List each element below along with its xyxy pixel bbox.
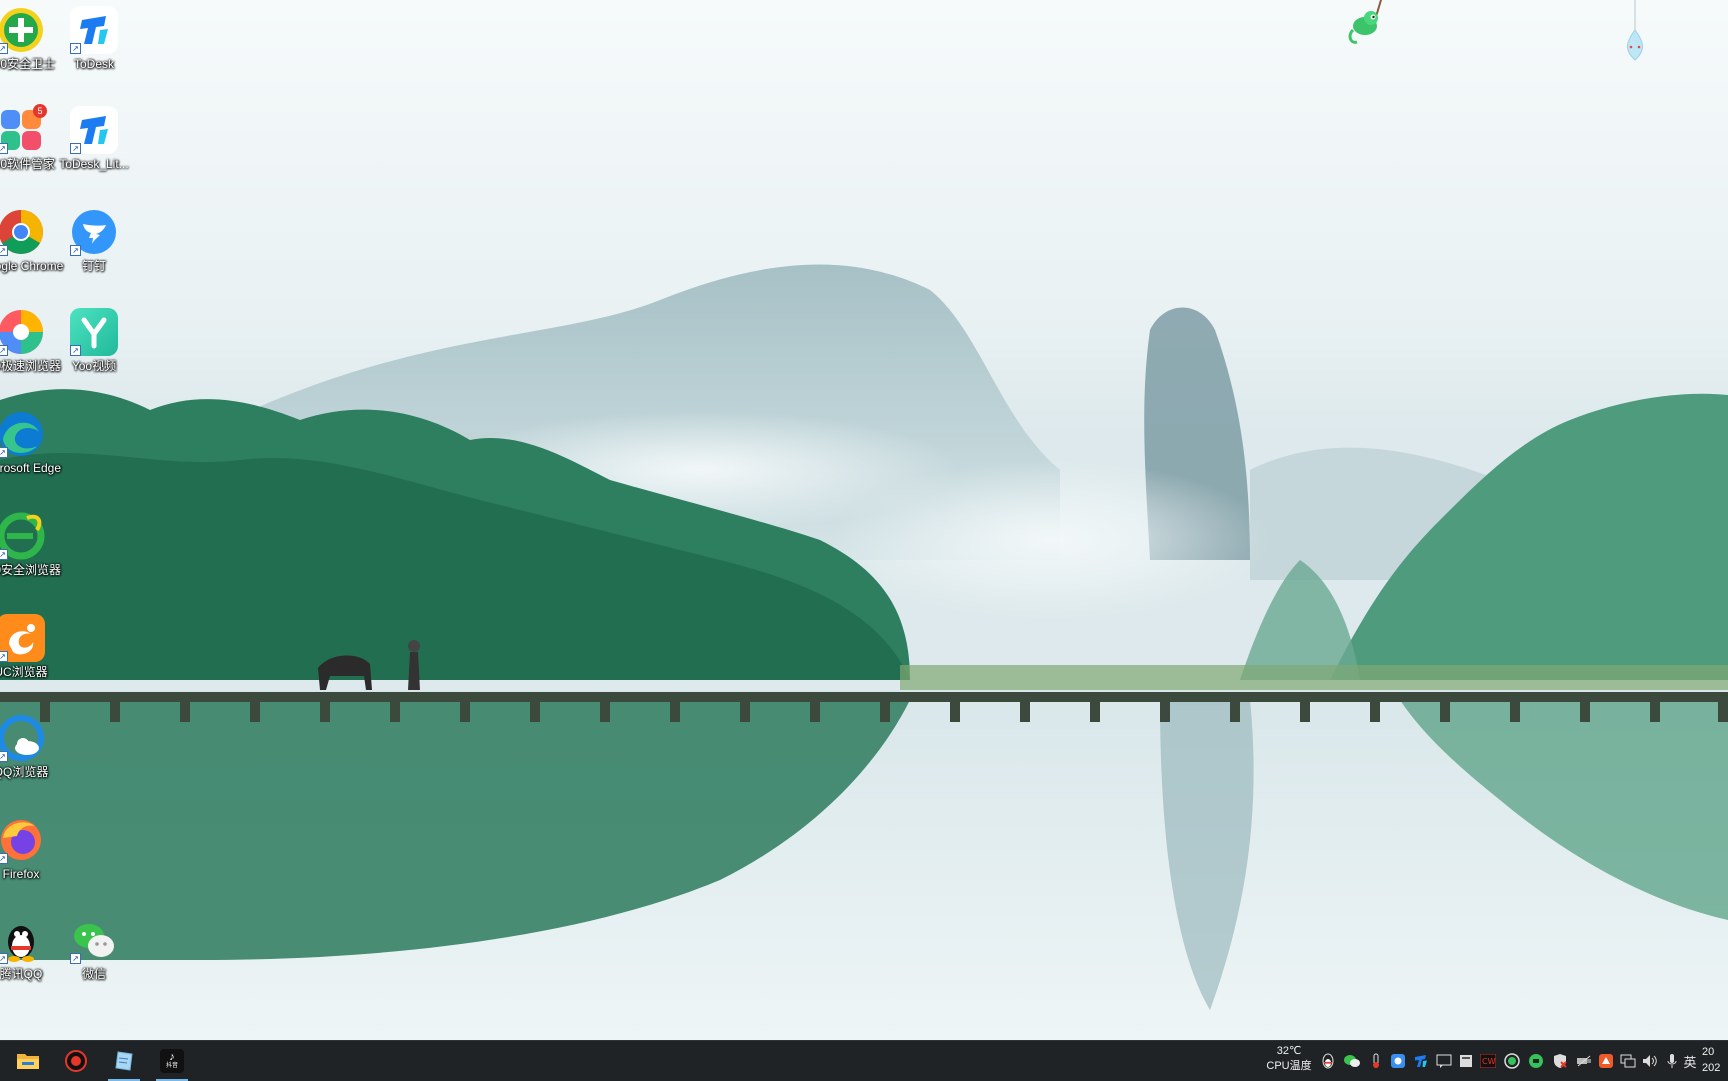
security-tray-icon[interactable]: [1528, 1053, 1544, 1069]
desktop-icon-wechat[interactable]: ↗ 微信: [51, 916, 137, 982]
dingtalk-icon: ↗: [70, 208, 118, 256]
thermometer-icon[interactable]: [1368, 1053, 1384, 1069]
desktop-icon-firefox[interactable]: ↗ Firefox: [0, 816, 64, 882]
shortcut-arrow-icon: ↗: [70, 43, 81, 54]
desktop-icon-todesk-lite[interactable]: ↗ ToDesk_Lit...: [51, 106, 137, 172]
360-browser-icon: ↗: [0, 512, 45, 560]
douyin-label: 抖音: [165, 1063, 178, 1069]
chameleon-widget-icon[interactable]: [1345, 0, 1393, 52]
water-drop-widget-icon[interactable]: [1620, 0, 1650, 64]
desktop-icon-edge[interactable]: ↗ Microsoft Edge: [0, 410, 64, 476]
360-speed-browser-icon: ↗: [0, 308, 45, 356]
desktop-icon-label: UC浏览器: [0, 665, 48, 679]
clock[interactable]: 20 202: [1702, 1044, 1728, 1076]
taskbar-file-explorer[interactable]: [6, 1041, 50, 1081]
qq-icon: ↗: [0, 916, 45, 964]
desktop-icon-label: Firefox: [2, 867, 40, 881]
todesk-lite-icon: ↗: [70, 106, 118, 154]
game-tray-icon[interactable]: [1504, 1053, 1520, 1069]
shortcut-arrow-icon: ↗: [70, 245, 81, 256]
ime-indicator[interactable]: 英: [1680, 1053, 1700, 1070]
chrome-icon: ↗: [0, 208, 45, 256]
shortcut-arrow-icon: ↗: [0, 953, 8, 964]
cpu-temperature-label: CPU温度: [1266, 1060, 1312, 1072]
shortcut-arrow-icon: ↗: [0, 143, 8, 154]
screen-recorder-icon: [65, 1050, 87, 1072]
app-orange-tray-icon[interactable]: [1598, 1053, 1614, 1069]
taskbar: ♪ 抖音 32℃ CPU温度 CW 英 20 202: [0, 1040, 1728, 1081]
desktop-icon-label: 360安全浏览器: [0, 563, 62, 577]
svg-text:CW: CW: [1482, 1057, 1496, 1066]
tray-app-icon[interactable]: [1458, 1053, 1474, 1069]
clock-time: 20: [1702, 1046, 1715, 1058]
notepad-icon: [115, 1051, 133, 1071]
desktop-wallpaper: [0, 0, 1728, 1040]
microphone-icon[interactable]: [1664, 1053, 1680, 1069]
edge-icon: ↗: [0, 410, 45, 458]
desktop-icon-todesk[interactable]: ↗ ToDesk: [51, 6, 137, 72]
shortcut-arrow-icon: ↗: [0, 245, 8, 256]
qq-browser-icon: ↗: [0, 714, 45, 762]
desktop-icon-uc-browser[interactable]: ↗ UC浏览器: [0, 614, 64, 680]
shortcut-arrow-icon: ↗: [0, 345, 8, 356]
360-safe-icon: ↗: [0, 6, 45, 54]
file-explorer-icon: [17, 1054, 39, 1069]
firefox-icon: ↗: [0, 816, 45, 864]
shortcut-arrow-icon: ↗: [70, 345, 81, 356]
shield-tray-icon[interactable]: [1552, 1053, 1568, 1069]
taskbar-notepad[interactable]: [102, 1041, 146, 1081]
wechat-icon: ↗: [70, 916, 118, 964]
qq-tray-icon[interactable]: [1320, 1053, 1336, 1069]
wechat-tray-icon[interactable]: [1344, 1053, 1360, 1069]
douyin-icon: ♪ 抖音: [160, 1049, 184, 1073]
yoo-icon: ↗: [70, 308, 118, 356]
todesk-tray-icon[interactable]: [1413, 1053, 1429, 1069]
shortcut-arrow-icon: ↗: [0, 43, 8, 54]
shortcut-arrow-icon: ↗: [0, 853, 8, 864]
shortcut-arrow-icon: ↗: [0, 447, 8, 458]
desktop-icon-label: Yoo视频: [71, 359, 117, 373]
uc-browser-icon: ↗: [0, 614, 45, 662]
todesk-icon: ↗: [70, 6, 118, 54]
desktop-icon-label: QQ浏览器: [0, 765, 49, 779]
desktop-icon-label: ToDesk_Lit...: [59, 157, 129, 171]
desktop-icon-label: 钉钉: [81, 259, 106, 273]
desktop-icon-qq-browser[interactable]: ↗ QQ浏览器: [0, 714, 64, 780]
taskbar-douyin[interactable]: ♪ 抖音: [150, 1041, 194, 1081]
app-tray-icon[interactable]: [1390, 1053, 1406, 1069]
desktop-icon-label: Microsoft Edge: [0, 461, 62, 475]
desktop-icon-label: ToDesk: [73, 57, 114, 71]
clock-date: 202: [1702, 1062, 1721, 1074]
notification-badge: 5: [33, 104, 47, 118]
shortcut-arrow-icon: ↗: [70, 953, 81, 964]
cpu-temperature-widget[interactable]: 32℃ CPU温度: [1258, 1044, 1320, 1074]
message-tray-icon[interactable]: [1436, 1053, 1452, 1069]
network-icon[interactable]: [1620, 1053, 1636, 1069]
shortcut-arrow-icon: ↗: [0, 751, 8, 762]
cpu-temperature-value: 32℃: [1276, 1045, 1302, 1057]
desktop-icon-dingtalk[interactable]: ↗ 钉钉: [51, 208, 137, 274]
desktop-icon-yoo[interactable]: ↗ Yoo视频: [51, 308, 137, 374]
desktop-icon-360-browser[interactable]: ↗ 360安全浏览器: [0, 512, 64, 578]
taskbar-screen-recorder[interactable]: [54, 1041, 98, 1081]
volume-icon[interactable]: [1642, 1053, 1658, 1069]
shortcut-arrow-icon: ↗: [0, 549, 8, 560]
usb-tray-icon[interactable]: [1576, 1053, 1592, 1069]
desktop-icon-label: 微信: [81, 967, 106, 981]
360-software-manager-icon: 5 ↗: [0, 104, 47, 154]
record-tray-icon[interactable]: CW: [1480, 1053, 1496, 1069]
shortcut-arrow-icon: ↗: [0, 651, 8, 662]
shortcut-arrow-icon: ↗: [70, 143, 81, 154]
